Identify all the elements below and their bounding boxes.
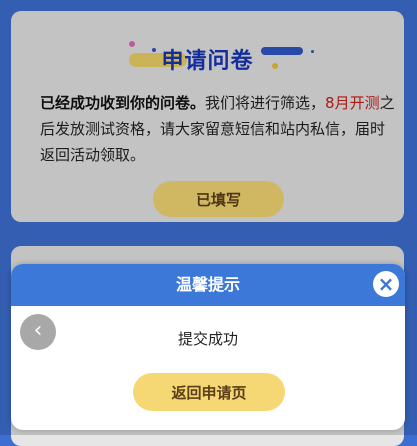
modal-title: 温馨提示 <box>11 264 405 306</box>
notice-modal: 温馨提示 × ‹ 提交成功 返回申请页 <box>11 264 405 430</box>
close-icon[interactable]: × <box>373 271 399 297</box>
modal-message: 提交成功 <box>177 330 238 348</box>
return-button[interactable]: 返回申请页 <box>133 373 285 411</box>
